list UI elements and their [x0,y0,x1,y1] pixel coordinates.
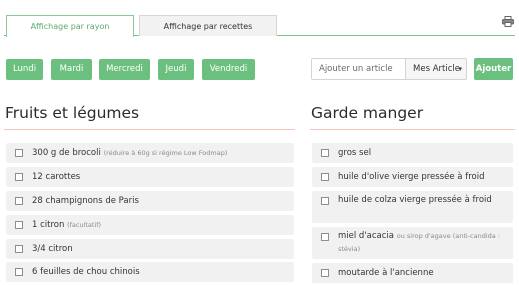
list-item[interactable]: gros sel [312,143,513,163]
item-label: gros sel [338,147,507,160]
item-text: 1 citron [32,220,65,230]
item-checkbox[interactable] [15,221,23,229]
item-checkbox[interactable] [321,269,329,277]
list-item[interactable]: huile d'olive vierge pressée à froid [312,167,513,187]
item-checkbox[interactable] [15,197,23,205]
item-checkbox[interactable] [15,173,23,181]
item-text: 12 carottes [32,172,81,182]
item-label: huile de colza vierge pressée à froid [338,194,507,207]
add-article-input[interactable]: Ajouter un article [311,58,405,80]
day-button-mercredi[interactable]: Mercredi [99,59,150,80]
item-checkbox[interactable] [321,233,329,241]
list-item[interactable]: moutarde à l'ancienne [312,263,513,283]
item-text: huile de colza vierge pressée à froid [338,195,492,205]
item-text: 28 champignons de Paris [32,196,139,206]
section-title-garde-manger: Garde manger [311,104,424,122]
list-item[interactable]: miel d'acacia ou sirop d'agave (anti-can… [312,227,513,259]
section-divider [310,129,515,130]
day-button-lundi[interactable]: Lundi [6,59,43,80]
item-checkbox[interactable] [321,173,329,181]
item-label: miel d'acacia ou sirop d'agave (anti-can… [338,230,507,256]
item-text: 3/4 citron [32,244,73,254]
day-button-vendredi[interactable]: Vendredi [202,59,255,80]
list-item[interactable]: 6 feuilles de chou chinois [6,262,294,282]
item-label: 3/4 citron [32,243,288,256]
add-article-button[interactable]: Ajouter [474,58,513,80]
item-note: (facultatif) [67,221,102,229]
item-text: huile d'olive vierge pressée à froid [338,172,485,182]
item-label: moutarde à l'ancienne [338,267,507,280]
item-checkbox[interactable] [321,197,329,205]
list-item[interactable]: huile de colza vierge pressée à froid [312,191,513,223]
list-item[interactable]: 28 champignons de Paris [6,191,294,211]
item-label: 6 feuilles de chou chinois [32,266,288,279]
list-item[interactable]: 300 g de brocoli (réduire à 60g si régim… [6,143,294,163]
item-checkbox[interactable] [15,149,23,157]
section-title-fruits-legumes: Fruits et légumes [5,104,140,122]
item-label: huile d'olive vierge pressée à froid [338,171,507,184]
day-button-mardi[interactable]: Mardi [51,59,92,80]
list-item[interactable]: 12 carottes [6,167,294,187]
list-item[interactable]: 3/4 citron [6,239,294,259]
tab-affichage-par-rayon[interactable]: Affichage par rayon [6,15,134,37]
item-text: 300 g de brocoli [32,148,101,158]
item-text: moutarde à l'ancienne [338,268,434,278]
printer-icon[interactable] [502,16,514,27]
item-text: gros sel [338,148,372,158]
article-list-select-value: Mes Article [413,64,460,74]
item-checkbox[interactable] [321,149,329,157]
item-note: (réduire à 60g si régime Low Fodmap) [103,149,228,157]
item-label: 1 citron (facultatif) [32,219,288,232]
section-divider [4,129,295,130]
tab-affichage-par-recettes[interactable]: Affichage par recettes [139,15,277,36]
list-item[interactable]: 1 citron (facultatif) [6,215,294,235]
item-text: miel d'acacia [338,231,395,241]
item-checkbox[interactable] [15,245,23,253]
item-label: 300 g de brocoli (réduire à 60g si régim… [32,147,288,160]
day-button-jeudi[interactable]: Jeudi [158,59,194,80]
article-list-select[interactable]: Mes Article ▾ [405,58,467,80]
item-checkbox[interactable] [15,268,23,276]
item-label: 28 champignons de Paris [32,195,288,208]
item-label: 12 carottes [32,171,288,184]
chevron-down-icon: ▾ [458,65,462,73]
item-text: 6 feuilles de chou chinois [32,267,140,277]
